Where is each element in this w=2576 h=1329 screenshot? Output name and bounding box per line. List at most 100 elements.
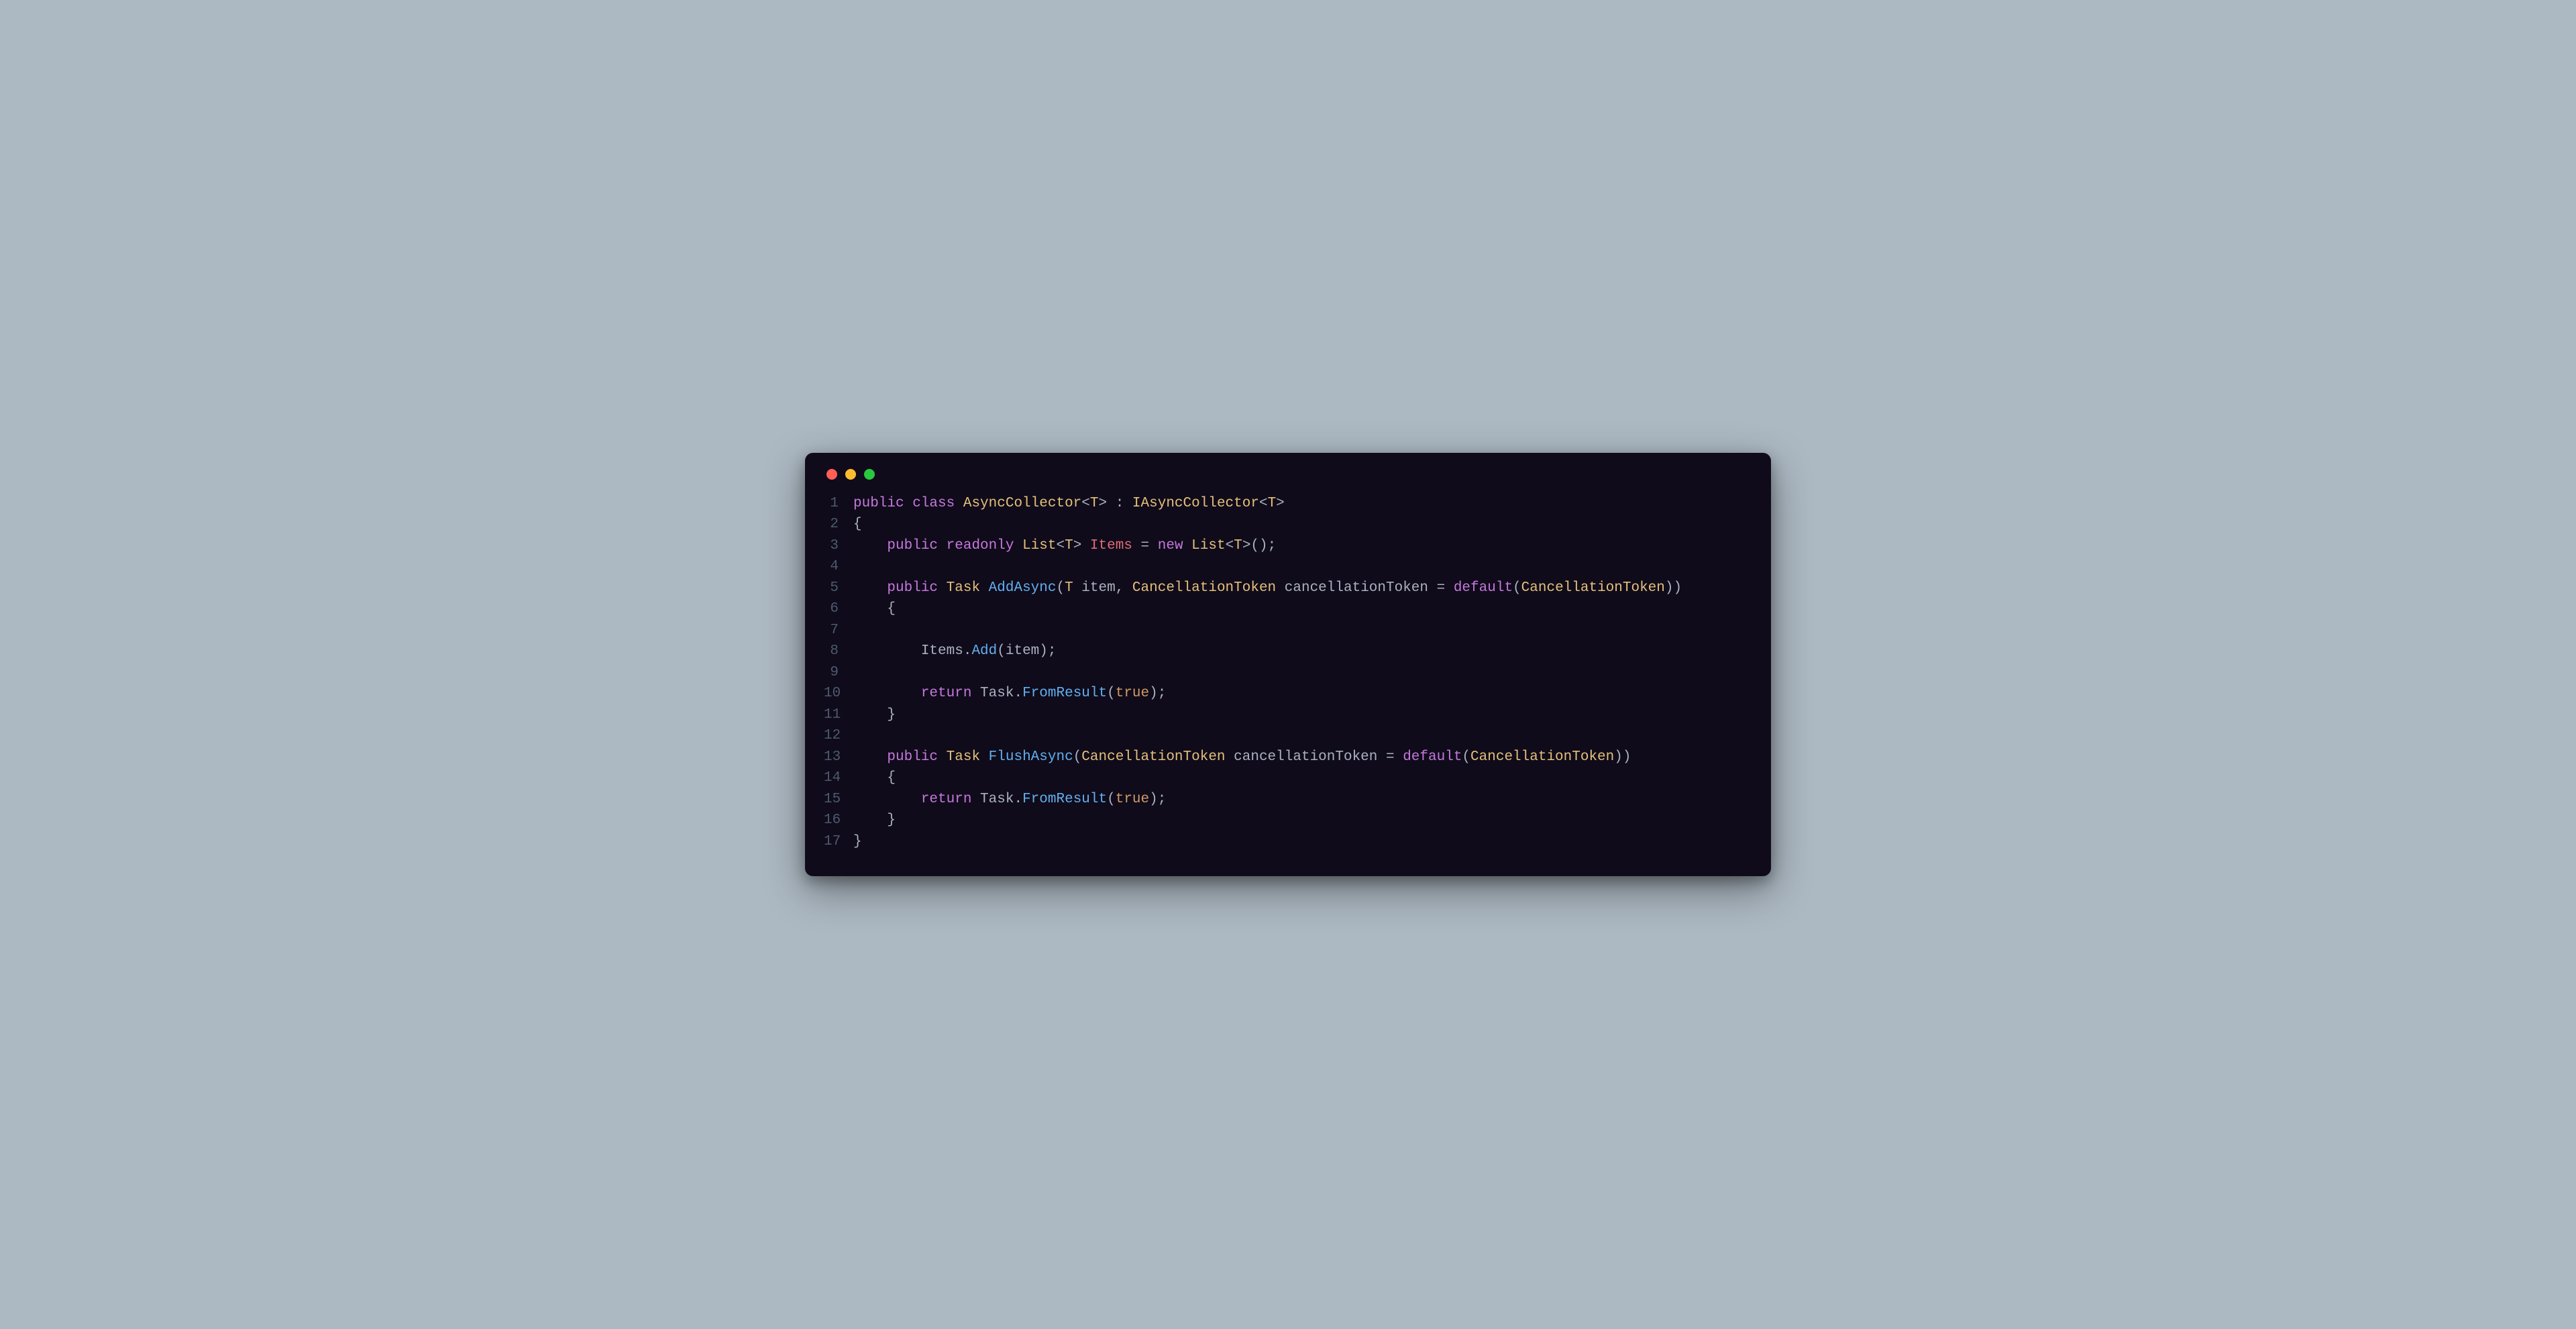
code-token: default bbox=[1454, 580, 1513, 596]
code-token bbox=[853, 792, 921, 807]
code-token: FromResult bbox=[1022, 686, 1107, 701]
line-content[interactable]: } bbox=[853, 810, 896, 831]
code-token: } bbox=[853, 812, 896, 828]
code-token: T bbox=[1065, 580, 1073, 596]
code-area[interactable]: 1public class AsyncCollector<T> : IAsync… bbox=[824, 493, 1752, 853]
code-editor-window: 1public class AsyncCollector<T> : IAsync… bbox=[805, 453, 1771, 877]
code-token: readonly bbox=[947, 538, 1022, 553]
code-token: > bbox=[1276, 496, 1285, 511]
code-token bbox=[853, 749, 887, 765]
line-number: 6 bbox=[824, 598, 853, 620]
code-line[interactable]: 9 bbox=[824, 662, 1752, 684]
code-token: public bbox=[887, 749, 946, 765]
line-content[interactable]: { bbox=[853, 598, 896, 620]
code-token: Task bbox=[947, 749, 989, 765]
code-token: = bbox=[1132, 538, 1158, 553]
maximize-icon[interactable] bbox=[864, 469, 875, 480]
line-number: 15 bbox=[824, 789, 853, 810]
line-number: 7 bbox=[824, 620, 853, 641]
code-line[interactable]: 3 public readonly List<T> Items = new Li… bbox=[824, 535, 1752, 557]
code-token: List bbox=[1022, 538, 1056, 553]
line-number: 2 bbox=[824, 514, 853, 535]
code-token: T bbox=[1065, 538, 1073, 553]
code-token: ( bbox=[1462, 749, 1470, 765]
code-token: . bbox=[1014, 686, 1022, 701]
line-number: 12 bbox=[824, 725, 853, 747]
line-number: 8 bbox=[824, 641, 853, 662]
code-line[interactable]: 13 public Task FlushAsync(CancellationTo… bbox=[824, 747, 1752, 768]
line-number: 14 bbox=[824, 767, 853, 789]
code-token: . bbox=[963, 643, 972, 659]
code-token: > : bbox=[1099, 496, 1132, 511]
code-token: Items bbox=[921, 643, 963, 659]
code-token bbox=[853, 686, 921, 701]
code-token: return bbox=[921, 792, 980, 807]
code-line[interactable]: 14 { bbox=[824, 767, 1752, 789]
line-number: 5 bbox=[824, 578, 853, 599]
code-line[interactable]: 8 Items.Add(item); bbox=[824, 641, 1752, 662]
code-token: default bbox=[1403, 749, 1462, 765]
code-line[interactable]: 6 { bbox=[824, 598, 1752, 620]
code-token: T bbox=[1234, 538, 1242, 553]
line-content[interactable]: { bbox=[853, 767, 896, 789]
code-token: { bbox=[853, 601, 896, 617]
code-token bbox=[853, 538, 887, 553]
code-token: ( bbox=[1073, 749, 1082, 765]
code-token: public bbox=[853, 496, 912, 511]
code-token: true bbox=[1116, 792, 1149, 807]
minimize-icon[interactable] bbox=[845, 469, 856, 480]
line-content[interactable]: } bbox=[853, 831, 862, 853]
line-content[interactable]: public Task AddAsync(T item, Cancellatio… bbox=[853, 578, 1682, 599]
code-line[interactable]: 16 } bbox=[824, 810, 1752, 831]
code-token: ( bbox=[1107, 792, 1116, 807]
close-icon[interactable] bbox=[826, 469, 837, 480]
line-content[interactable]: public Task FlushAsync(CancellationToken… bbox=[853, 747, 1631, 768]
code-token: > bbox=[1073, 538, 1090, 553]
line-number: 16 bbox=[824, 810, 853, 831]
code-token: (item); bbox=[997, 643, 1056, 659]
line-number: 11 bbox=[824, 704, 853, 726]
code-token: Items bbox=[1090, 538, 1132, 553]
code-token: cancellationToken = bbox=[1276, 580, 1454, 596]
code-token: new bbox=[1158, 538, 1191, 553]
line-number: 10 bbox=[824, 683, 853, 704]
code-token: < bbox=[1081, 496, 1090, 511]
code-token: < bbox=[1056, 538, 1065, 553]
code-line[interactable]: 17} bbox=[824, 831, 1752, 853]
window-controls bbox=[824, 469, 1752, 480]
code-token: CancellationToken bbox=[1132, 580, 1276, 596]
line-content[interactable]: } bbox=[853, 704, 896, 726]
line-content[interactable]: { bbox=[853, 514, 862, 535]
code-token: Task bbox=[980, 686, 1014, 701]
code-token: ( bbox=[1107, 686, 1116, 701]
code-token: { bbox=[853, 770, 896, 786]
code-line[interactable]: 12 bbox=[824, 725, 1752, 747]
code-token: ( bbox=[1513, 580, 1521, 596]
code-token: )) bbox=[1614, 749, 1631, 765]
line-content[interactable]: public class AsyncCollector<T> : IAsyncC… bbox=[853, 493, 1285, 515]
line-content[interactable]: return Task.FromResult(true); bbox=[853, 789, 1166, 810]
line-content[interactable]: return Task.FromResult(true); bbox=[853, 683, 1166, 704]
code-line[interactable]: 15 return Task.FromResult(true); bbox=[824, 789, 1752, 810]
code-token: CancellationToken bbox=[1081, 749, 1225, 765]
line-content[interactable]: Items.Add(item); bbox=[853, 641, 1056, 662]
code-line[interactable]: 1public class AsyncCollector<T> : IAsync… bbox=[824, 493, 1752, 515]
code-token: class bbox=[912, 496, 963, 511]
code-token: CancellationToken bbox=[1470, 749, 1614, 765]
code-token: } bbox=[853, 707, 896, 723]
code-token: T bbox=[1090, 496, 1099, 511]
code-token: >(); bbox=[1242, 538, 1276, 553]
code-line[interactable]: 5 public Task AddAsync(T item, Cancellat… bbox=[824, 578, 1752, 599]
code-token: . bbox=[1014, 792, 1022, 807]
code-token: { bbox=[853, 517, 862, 532]
code-token: T bbox=[1268, 496, 1277, 511]
code-line[interactable]: 2{ bbox=[824, 514, 1752, 535]
code-line[interactable]: 7 bbox=[824, 620, 1752, 641]
code-token: ); bbox=[1149, 686, 1166, 701]
code-line[interactable]: 4 bbox=[824, 556, 1752, 578]
line-content[interactable]: public readonly List<T> Items = new List… bbox=[853, 535, 1276, 557]
code-token: AddAsync bbox=[989, 580, 1057, 596]
code-token bbox=[853, 580, 887, 596]
code-line[interactable]: 10 return Task.FromResult(true); bbox=[824, 683, 1752, 704]
code-line[interactable]: 11 } bbox=[824, 704, 1752, 726]
